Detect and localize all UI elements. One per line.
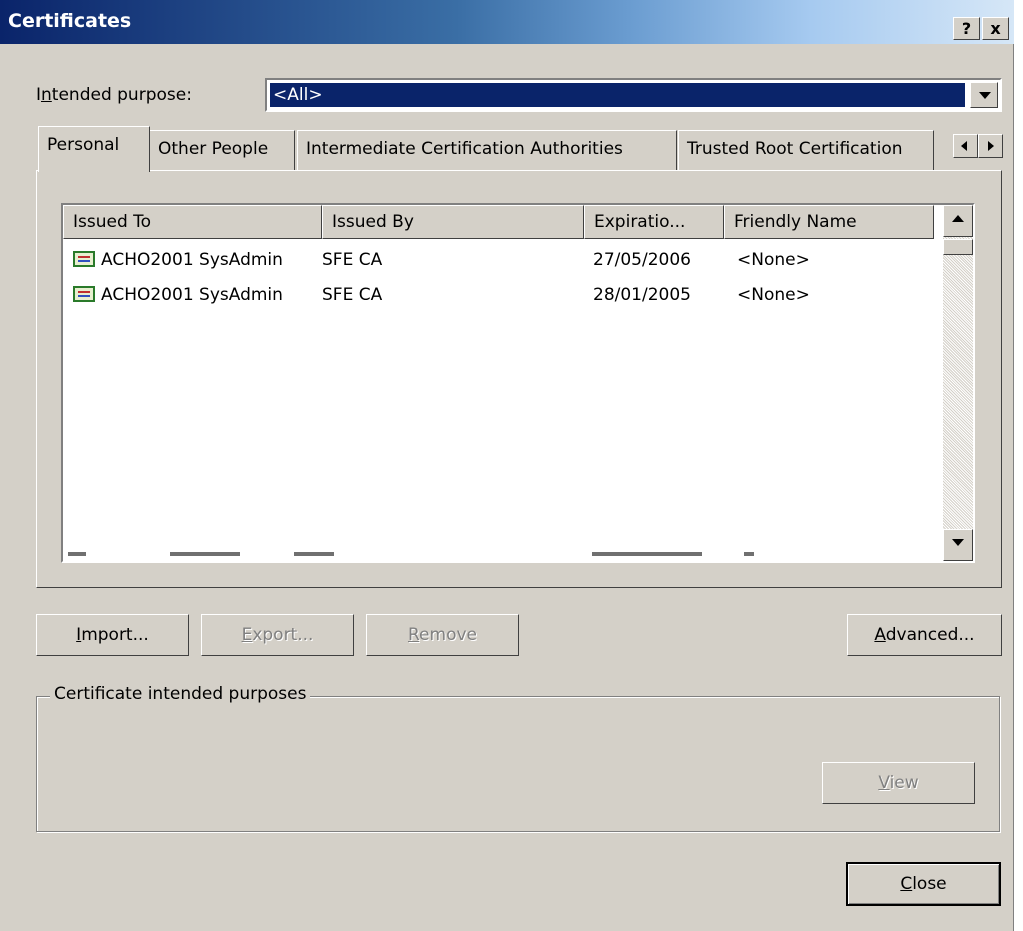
label: lose <box>912 874 947 894</box>
label: xport... <box>252 625 314 645</box>
label-accel: n <box>41 85 52 105</box>
table-row[interactable]: ACHO2001 SysAdmin SFE CA 27/05/2006 <Non… <box>63 243 933 277</box>
cell-friendly-name: <None> <box>737 250 810 270</box>
certificate-icon <box>73 251 95 267</box>
tab-scroll-left-button[interactable] <box>953 134 978 158</box>
tab-intermediate-ca[interactable]: Intermediate Certification Authorities <box>297 130 677 170</box>
certificate-icon <box>73 286 95 302</box>
cell-friendly-name: <None> <box>737 285 810 305</box>
close-window-button[interactable]: x <box>982 17 1009 40</box>
intended-purpose-value: <All> <box>270 83 965 107</box>
cell-issued-to: ACHO2001 SysAdmin <box>101 285 283 305</box>
view-button[interactable]: View <box>822 762 975 804</box>
arrow-down-icon <box>952 539 964 546</box>
accel: A <box>874 625 886 645</box>
label: mport... <box>81 625 149 645</box>
column-header-expiration[interactable]: Expiratio... <box>584 205 724 239</box>
combo-dropdown-button[interactable] <box>970 82 998 108</box>
label: iew <box>889 773 919 793</box>
column-header-issued-to[interactable]: Issued To <box>63 205 322 239</box>
window-title: Certificates <box>8 10 132 32</box>
accel: R <box>407 625 420 645</box>
label: emove <box>419 625 477 645</box>
certificates-dialog: Certificates ? x Intended purpose: <All>… <box>0 0 1014 931</box>
label-part: tended purpose: <box>51 85 192 105</box>
arrow-left-icon <box>961 141 967 151</box>
table-row[interactable]: ACHO2001 SysAdmin SFE CA 28/01/2005 <Non… <box>63 278 933 312</box>
advanced-button[interactable]: Advanced... <box>847 614 1002 656</box>
export-button[interactable]: Export... <box>201 614 354 656</box>
arrow-right-icon <box>988 141 994 151</box>
label: dvanced... <box>885 625 975 645</box>
cell-expiration: 28/01/2005 <box>593 285 691 305</box>
help-button[interactable]: ? <box>953 17 980 40</box>
arrow-up-icon <box>952 215 964 222</box>
import-button[interactable]: Import... <box>36 614 189 656</box>
tab-personal[interactable]: Personal <box>38 126 150 172</box>
cell-issued-by: SFE CA <box>322 285 383 305</box>
column-header-friendly-name[interactable]: Friendly Name <box>724 205 934 239</box>
remove-button[interactable]: Remove <box>366 614 519 656</box>
list-vertical-scrollbar[interactable] <box>943 205 973 561</box>
scroll-down-button[interactable] <box>943 529 973 561</box>
accel: E <box>241 625 253 645</box>
intended-purpose-label: Intended purpose: <box>36 85 192 105</box>
tab-scroll-right-button[interactable] <box>978 134 1003 158</box>
column-header-issued-by[interactable]: Issued By <box>322 205 584 239</box>
tab-other-people[interactable]: Other People <box>149 130 295 170</box>
scroll-thumb[interactable] <box>943 239 973 255</box>
title-bar[interactable]: Certificates ? x <box>0 0 1014 44</box>
accel: C <box>900 874 913 894</box>
scroll-up-button[interactable] <box>943 205 973 237</box>
intended-purposes-label: Certificate intended purposes <box>50 684 311 704</box>
cell-issued-by: SFE CA <box>322 250 383 270</box>
certificate-list[interactable]: Issued To Issued By Expiratio... Friendl… <box>61 203 975 563</box>
accel: V <box>878 773 890 793</box>
cell-issued-to: ACHO2001 SysAdmin <box>101 250 283 270</box>
chevron-down-icon <box>979 92 991 99</box>
tab-trusted-root[interactable]: Trusted Root Certification <box>678 130 934 170</box>
cell-expiration: 27/05/2006 <box>593 250 691 270</box>
intended-purpose-combo[interactable]: <All> <box>265 78 1002 112</box>
clipped-row-fragment <box>64 552 754 558</box>
close-button[interactable]: Close <box>846 862 1001 906</box>
